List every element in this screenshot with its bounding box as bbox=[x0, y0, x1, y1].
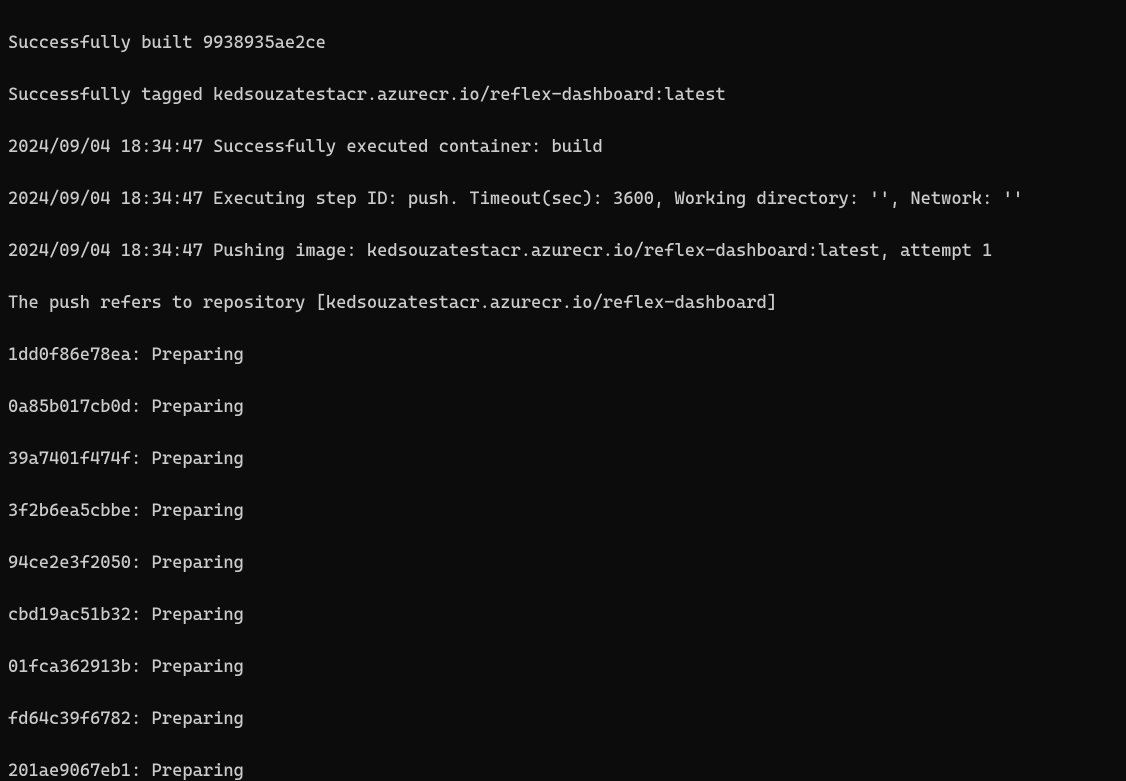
terminal-line: 01fca362913b: Preparing bbox=[8, 654, 1118, 680]
terminal-line: fd64c39f6782: Preparing bbox=[8, 706, 1118, 732]
terminal-line: Successfully tagged kedsouzatestacr.azur… bbox=[8, 82, 1118, 108]
terminal-line: 2024/09/04 18:34:47 Pushing image: kedso… bbox=[8, 238, 1118, 264]
terminal-line: 94ce2e3f2050: Preparing bbox=[8, 550, 1118, 576]
terminal-line: cbd19ac51b32: Preparing bbox=[8, 602, 1118, 628]
terminal-line: 39a7401f474f: Preparing bbox=[8, 446, 1118, 472]
terminal-line: 201ae9067eb1: Preparing bbox=[8, 758, 1118, 781]
terminal-output[interactable]: Successfully built 9938935ae2ce Successf… bbox=[0, 0, 1126, 781]
terminal-line: 2024/09/04 18:34:47 Executing step ID: p… bbox=[8, 186, 1118, 212]
terminal-line: 0a85b017cb0d: Preparing bbox=[8, 394, 1118, 420]
terminal-line: 1dd0f86e78ea: Preparing bbox=[8, 342, 1118, 368]
terminal-line: 3f2b6ea5cbbe: Preparing bbox=[8, 498, 1118, 524]
terminal-line: The push refers to repository [kedsouzat… bbox=[8, 290, 1118, 316]
terminal-line: Successfully built 9938935ae2ce bbox=[8, 30, 1118, 56]
terminal-line: 2024/09/04 18:34:47 Successfully execute… bbox=[8, 134, 1118, 160]
